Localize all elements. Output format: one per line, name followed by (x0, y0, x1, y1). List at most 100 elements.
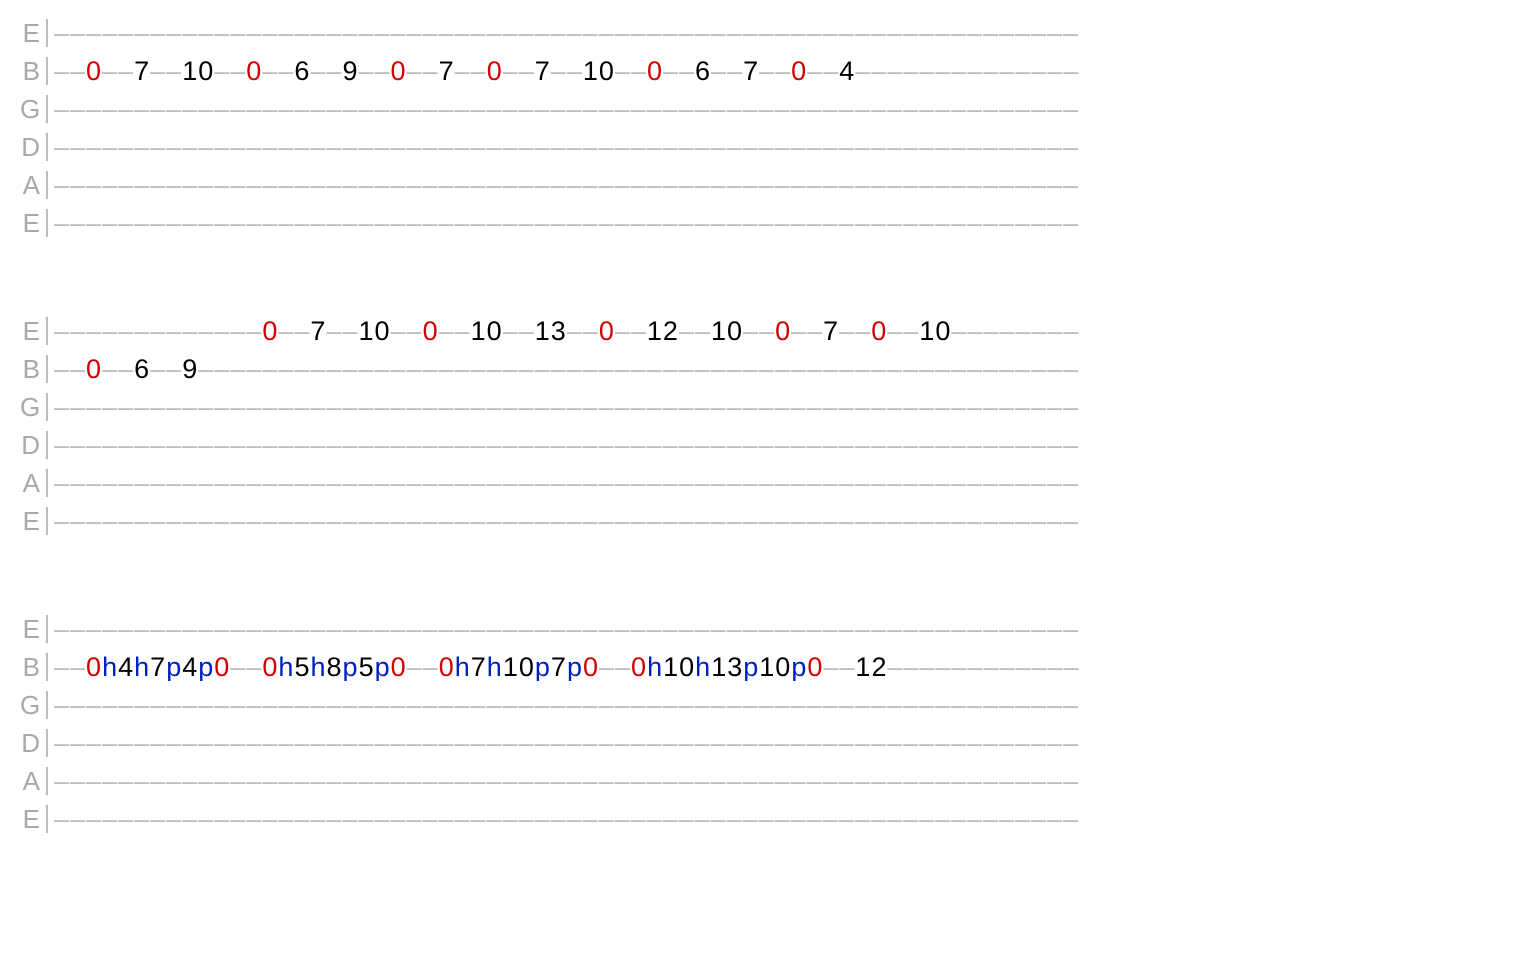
pull-off: p (343, 654, 359, 681)
fret-number: 7 (471, 654, 487, 681)
fret-number: 12 (647, 318, 679, 345)
tab-gap: –– (1047, 806, 1079, 833)
string-name: G (20, 96, 46, 122)
bar-line (46, 95, 48, 123)
tab-gap: –– (54, 210, 86, 237)
fret-number: 9 (182, 356, 198, 383)
tab-gap: –– (503, 58, 535, 85)
tab-gap: –– (262, 58, 294, 85)
fret-open: 0 (583, 654, 599, 681)
tab-string-line: B––0––6––9––––––––––––––––––––––––––––––… (20, 350, 1499, 388)
tab-gap: –– (54, 318, 86, 345)
tab-string-line: E–––––––––––––––––––––––––––––––––––––––… (20, 800, 1499, 838)
tab-string-line: E–––––––––––––––––––––––––––––––––––––––… (20, 610, 1499, 648)
tab-block: E–––––––––––––0––7––10––0––10––13––0––12… (20, 312, 1499, 540)
tab-cells: ––––––––––––––––––––––––––––––––––––––––… (54, 20, 1499, 47)
tab-cells: ––––––––––––––––––––––––––––––––––––––––… (54, 96, 1499, 123)
fret-open: 0 (214, 654, 230, 681)
tab-gap: –– (1047, 616, 1079, 643)
tab-gap: –– (391, 318, 423, 345)
tab-gap: –– (230, 318, 262, 345)
hammer-on: h (455, 654, 471, 681)
tab-string-line: E –––––––––––––––––––––––––––––––––––––––… (20, 502, 1499, 540)
tab-gap: –– (1047, 134, 1079, 161)
fret-open: 0 (631, 654, 647, 681)
fret-number: 5 (294, 654, 310, 681)
string-name: E (20, 318, 46, 344)
fret-open: 0 (871, 318, 887, 345)
fret-number: 6 (134, 356, 150, 383)
tab-gap: –– (134, 318, 166, 345)
hammer-on: h (102, 654, 118, 681)
fret-number: 10 (182, 58, 214, 85)
tab-gap: –– (214, 58, 246, 85)
tab-gap: –– (1047, 470, 1079, 497)
hammer-on: h (278, 654, 294, 681)
bar-line (46, 653, 48, 681)
pull-off: p (198, 654, 214, 681)
tab-cells: ––––––––––––––––––––––––––––––––––––––––… (54, 508, 1499, 535)
tab-gap: –– (326, 318, 358, 345)
tab-cells: ––––––––––––––––––––––––––––––––––––––––… (54, 172, 1499, 199)
tab-string-line: G–––––––––––––––––––––––––––––––––––––––… (20, 686, 1499, 724)
tab-gap: – (166, 318, 182, 345)
tab-gap: –– (455, 58, 487, 85)
fret-number: 4 (839, 58, 855, 85)
fret-number: 10 (663, 654, 695, 681)
fret-number: 4 (118, 654, 134, 681)
bar-line (46, 355, 48, 383)
bar-line (46, 133, 48, 161)
tab-gap: ––––––––––––––––––––––––––––––––––––––––… (86, 508, 1047, 535)
string-name: A (20, 768, 46, 794)
tab-gap: ––––––––––––––––––––––––––––––––––––––––… (86, 470, 1047, 497)
fret-number: 10 (759, 654, 791, 681)
tab-string-line: B––0––7––10––0––6––9––0––7––0––7––10––0–… (20, 52, 1499, 90)
tab-string-line: A–––––––––––––––––––––––––––––––––––––––… (20, 166, 1499, 204)
tab-gap: –– (54, 616, 86, 643)
pull-off: p (166, 654, 182, 681)
tab-gap: –– (54, 806, 86, 833)
tab-gap: ––––––––––––––––––––––––––––––––––––––––… (86, 806, 1047, 833)
fret-number: 7 (150, 654, 166, 681)
tab-gap: –– (54, 470, 86, 497)
tab-gap: –– (102, 58, 134, 85)
fret-number: 10 (919, 318, 951, 345)
tab-gap: ––––––––––––––––––––––––––––––––––––––––… (86, 96, 1047, 123)
tab-cells: ––––––––––––––––––––––––––––––––––––––––… (54, 134, 1499, 161)
fret-number: 12 (855, 654, 887, 681)
tab-gap: –– (1047, 318, 1079, 345)
string-name: E (20, 508, 46, 534)
tab-gap: –– (54, 508, 86, 535)
tab-cells: ––––––––––––––––––––––––––––––––––––––––… (54, 394, 1499, 421)
tab-gap: –––––– (951, 318, 1047, 345)
tab-gap: –– (1047, 432, 1079, 459)
tab-gap: ––––––––––––––––––––––––––––––––––––––––… (86, 768, 1047, 795)
pull-off: p (743, 654, 759, 681)
fret-number: 10 (358, 318, 390, 345)
bar-line (46, 691, 48, 719)
tab-gap: –– (1047, 730, 1079, 757)
tab-cells: ––––––––––––––––––––––––––––––––––––––––… (54, 806, 1499, 833)
fret-number: 10 (503, 654, 535, 681)
fret-number: 7 (134, 58, 150, 85)
tab-gap: –– (599, 654, 631, 681)
bar-line (46, 507, 48, 535)
tab-gap: –– (439, 318, 471, 345)
string-name: D (20, 432, 46, 458)
fret-open: 0 (487, 58, 503, 85)
tab-gap: –– (278, 318, 310, 345)
fret-number: 5 (359, 654, 375, 681)
tab-cells: ––––––––––––––––––––––––––––––––––––––––… (54, 692, 1499, 719)
fret-number: 4 (182, 654, 198, 681)
bar-line (46, 19, 48, 47)
tab-string-line: D–––––––––––––––––––––––––––––––––––––––… (20, 426, 1499, 464)
string-name: E (20, 210, 46, 236)
tab-gap: –– (54, 730, 86, 757)
fret-number: 7 (743, 58, 759, 85)
tab-gap: –– (1047, 210, 1079, 237)
tab-gap: ––––––––––––––––––––––––––––––––––––––––… (198, 356, 1047, 383)
tab-gap: –– (663, 58, 695, 85)
tab-gap: ––––––––––––––––––––––––––––––––––––––––… (86, 730, 1047, 757)
bar-line (46, 317, 48, 345)
tab-gap: –– (807, 58, 839, 85)
